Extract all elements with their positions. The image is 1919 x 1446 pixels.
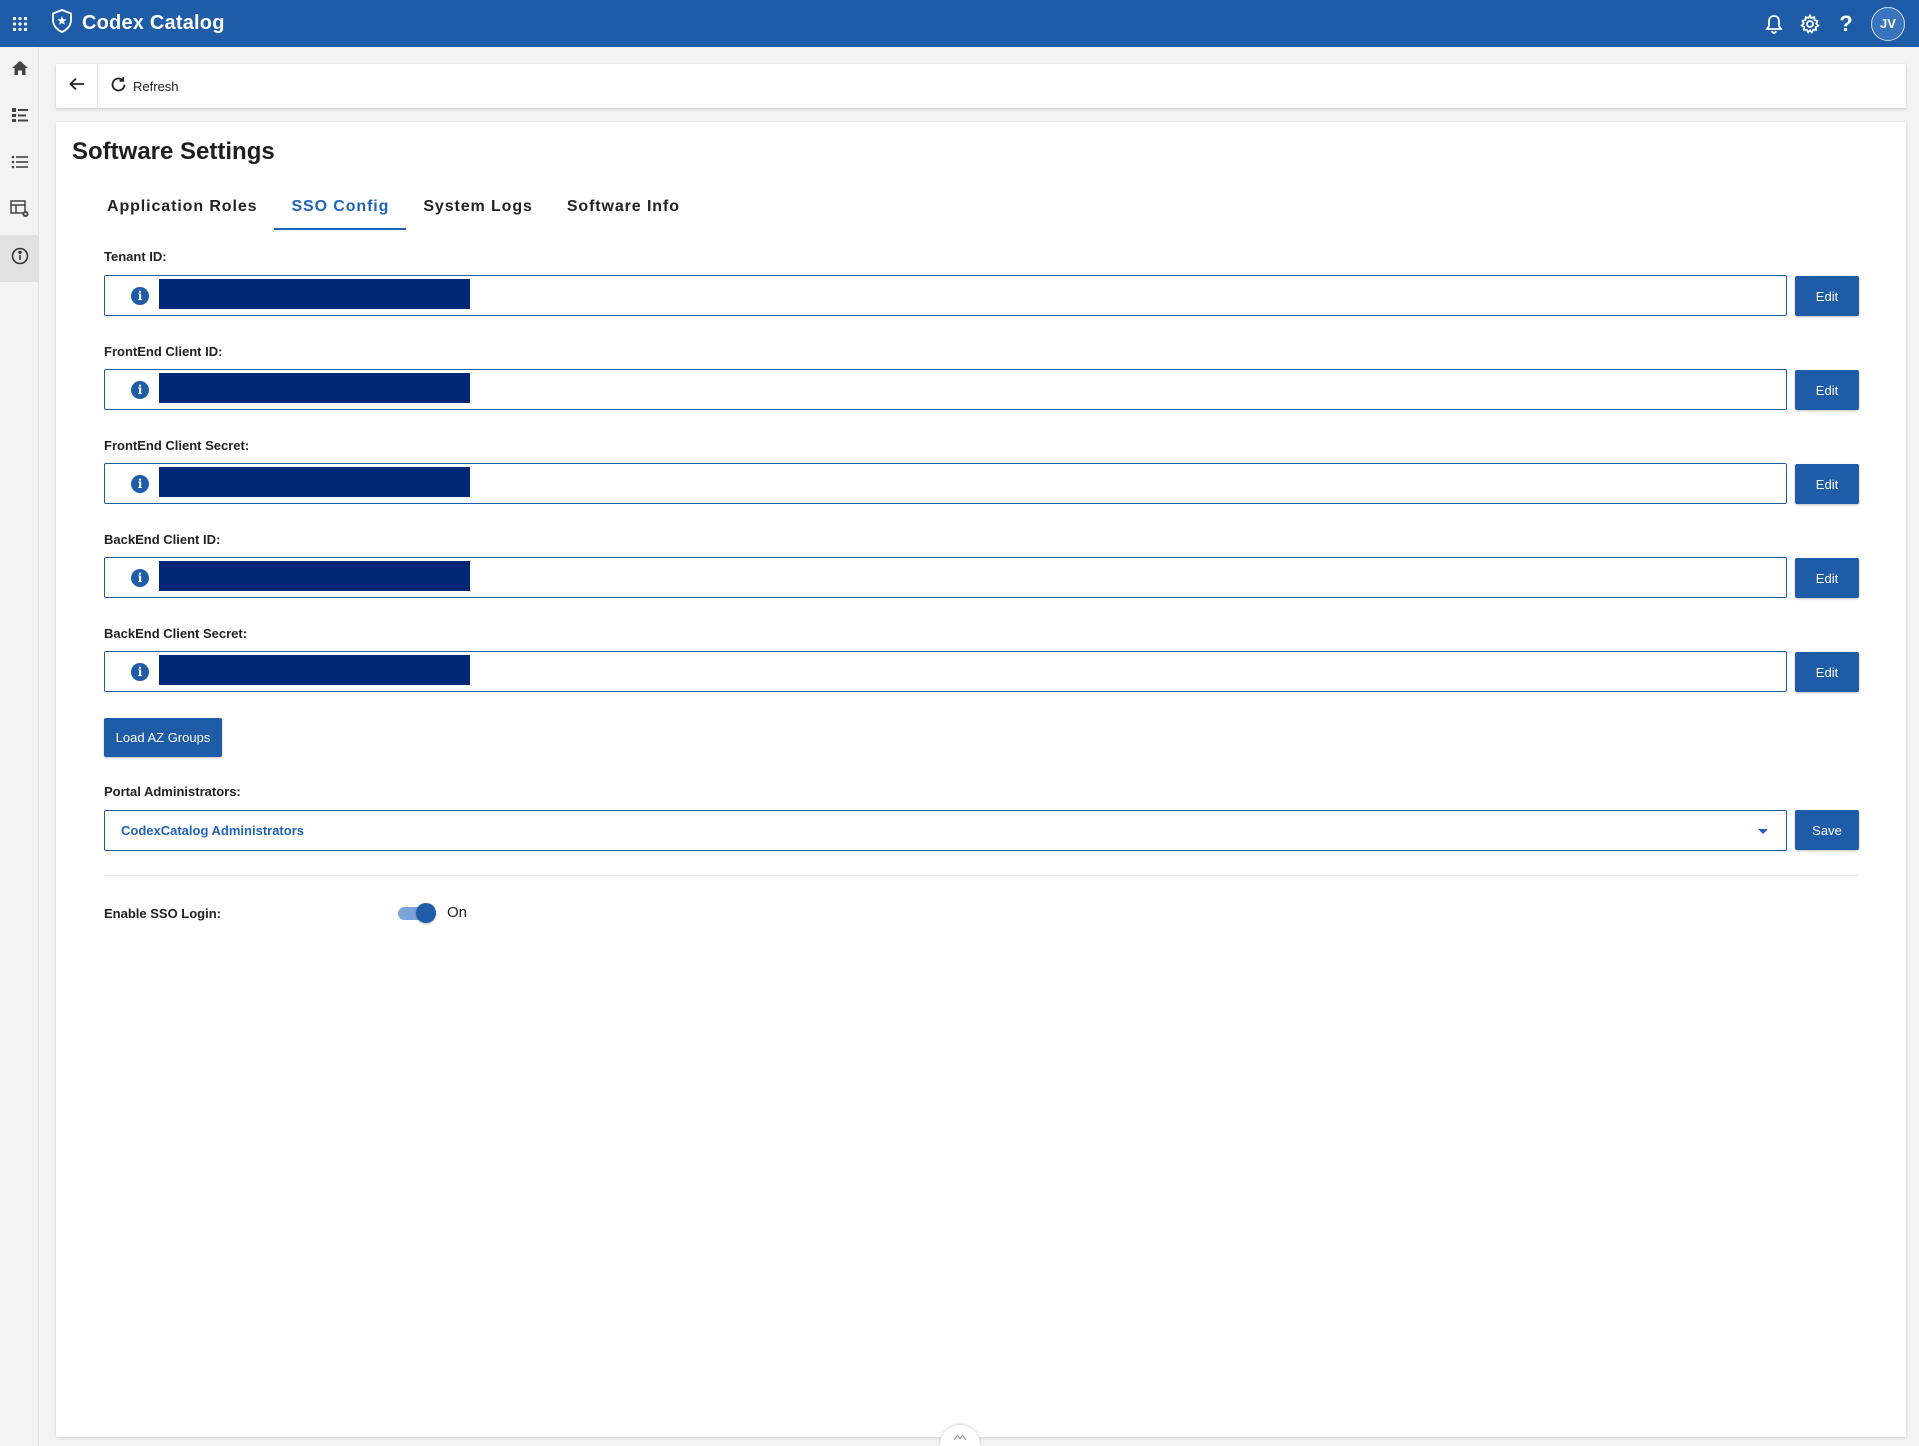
brand[interactable]: Codex Catalog bbox=[50, 8, 225, 39]
toggle-state-text: On bbox=[447, 904, 468, 921]
arrow-left-icon bbox=[68, 77, 85, 96]
edit-frontend-client-secret-button[interactable]: Edit bbox=[1795, 464, 1859, 504]
refresh-icon bbox=[110, 76, 127, 96]
top-app-bar: Codex Catalog ? JV bbox=[0, 0, 1919, 47]
toggle-knob bbox=[416, 903, 436, 923]
back-button[interactable] bbox=[56, 64, 98, 108]
masked-value bbox=[159, 561, 470, 591]
nav-list[interactable] bbox=[0, 141, 39, 188]
nav-table-settings[interactable] bbox=[0, 188, 39, 235]
refresh-label: Refresh bbox=[133, 78, 179, 94]
nav-list-details[interactable] bbox=[0, 94, 39, 141]
backend-client-id-field[interactable]: i bbox=[104, 557, 1787, 598]
backend-client-secret-label: BackEnd Client Secret: bbox=[104, 626, 248, 641]
tab-sso-config[interactable]: SSO Config bbox=[274, 188, 407, 230]
home-icon bbox=[11, 60, 29, 81]
chevron-down-icon bbox=[1758, 829, 1768, 834]
app-title: Codex Catalog bbox=[82, 12, 225, 34]
masked-value bbox=[159, 279, 470, 309]
user-avatar[interactable]: JV bbox=[1871, 6, 1905, 41]
help-icon[interactable]: ? bbox=[1835, 11, 1857, 36]
frontend-client-id-label: FrontEnd Client ID: bbox=[104, 344, 223, 359]
backend-client-id-label: BackEnd Client ID: bbox=[104, 532, 221, 547]
info-icon[interactable]: i bbox=[131, 663, 149, 681]
masked-value bbox=[159, 373, 470, 403]
table-settings-icon bbox=[9, 200, 30, 223]
info-icon[interactable]: i bbox=[131, 569, 149, 587]
portal-admins-label: Portal Administrators: bbox=[104, 784, 241, 799]
info-icon[interactable]: i bbox=[131, 287, 149, 305]
info-icon[interactable]: i bbox=[131, 475, 149, 493]
refresh-button[interactable]: Refresh bbox=[110, 76, 179, 96]
edit-backend-client-id-button[interactable]: Edit bbox=[1795, 558, 1859, 598]
portal-admins-select[interactable]: CodexCatalog Administrators bbox=[104, 810, 1787, 851]
edit-tenant-id-button[interactable]: Edit bbox=[1795, 276, 1859, 316]
chevron-up-icon bbox=[953, 1428, 967, 1446]
edit-frontend-client-id-button[interactable]: Edit bbox=[1795, 370, 1859, 410]
left-nav-rail bbox=[0, 47, 39, 1446]
gear-icon[interactable] bbox=[1799, 13, 1821, 35]
backend-client-secret-field[interactable]: i bbox=[104, 651, 1787, 692]
divider bbox=[104, 875, 1859, 876]
enable-sso-toggle[interactable] bbox=[398, 903, 436, 923]
edit-backend-client-secret-button[interactable]: Edit bbox=[1795, 652, 1859, 692]
list-details-icon bbox=[11, 107, 29, 128]
nav-home[interactable] bbox=[0, 47, 39, 94]
nav-info[interactable] bbox=[0, 235, 39, 282]
tab-system-logs[interactable]: System Logs bbox=[406, 188, 550, 230]
masked-value bbox=[159, 655, 470, 685]
load-az-groups-button[interactable]: Load AZ Groups bbox=[104, 718, 222, 757]
frontend-client-id-field[interactable]: i bbox=[104, 369, 1787, 410]
bell-icon[interactable] bbox=[1763, 13, 1785, 35]
info-icon bbox=[11, 247, 29, 270]
tab-software-info[interactable]: Software Info bbox=[550, 188, 697, 230]
info-icon[interactable]: i bbox=[131, 381, 149, 399]
apps-grid-icon[interactable] bbox=[0, 0, 40, 47]
settings-tabs: Application Roles SSO Config System Logs… bbox=[90, 188, 697, 230]
save-admins-button[interactable]: Save bbox=[1795, 810, 1859, 850]
selected-admin-group: CodexCatalog Administrators bbox=[121, 823, 304, 838]
frontend-client-secret-label: FrontEnd Client Secret: bbox=[104, 438, 250, 453]
masked-value bbox=[159, 467, 470, 497]
frontend-client-secret-field[interactable]: i bbox=[104, 463, 1787, 504]
tenant-id-label: Tenant ID: bbox=[104, 249, 167, 264]
list-icon bbox=[11, 155, 29, 174]
tab-application-roles[interactable]: Application Roles bbox=[90, 188, 274, 230]
shield-logo-icon bbox=[50, 8, 74, 39]
page-title: Software Settings bbox=[72, 138, 275, 165]
tenant-id-field[interactable]: i bbox=[104, 275, 1787, 316]
enable-sso-label: Enable SSO Login: bbox=[104, 906, 222, 921]
settings-panel: Software Settings Application Roles SSO … bbox=[56, 122, 1906, 1437]
page-toolbar: Refresh bbox=[56, 64, 1906, 108]
